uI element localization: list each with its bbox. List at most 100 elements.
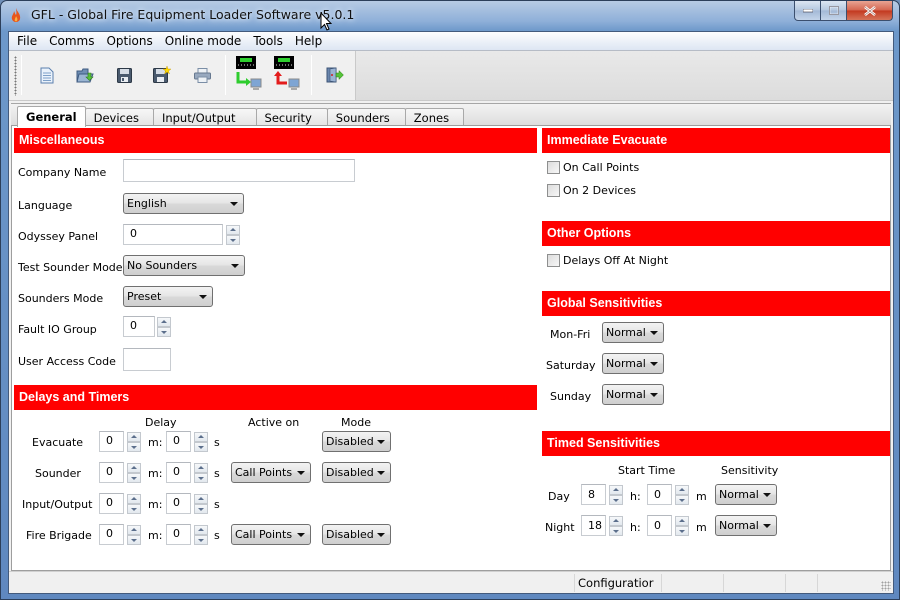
menu-online-mode[interactable]: Online mode <box>159 32 248 51</box>
print-button[interactable] <box>188 60 216 90</box>
spin-down-icon[interactable] <box>127 473 141 483</box>
spin-down-icon[interactable] <box>157 327 171 337</box>
on-call-points-checkbox[interactable] <box>547 161 560 174</box>
spin-up-icon[interactable] <box>194 525 208 535</box>
minimize-button[interactable] <box>794 1 821 21</box>
spin-up-icon[interactable] <box>226 225 240 235</box>
open-button[interactable] <box>71 60 99 90</box>
day-minutes-spinner[interactable] <box>675 485 689 505</box>
spin-down-icon[interactable] <box>226 235 240 245</box>
evacuate-minutes-input[interactable]: 0 <box>99 431 124 452</box>
fire-brigade-active-on-select[interactable]: Call Points <box>231 524 311 545</box>
maximize-button[interactable] <box>821 1 847 21</box>
sounder-active-on-select[interactable]: Call Points <box>231 462 311 483</box>
spin-up-icon[interactable] <box>127 525 141 535</box>
day-sensitivity-select[interactable]: Normal <box>715 484 777 505</box>
sounders-mode-select[interactable]: Preset <box>123 286 213 307</box>
night-hours-spinner[interactable] <box>609 516 623 536</box>
spin-up-icon[interactable] <box>609 485 623 495</box>
save-button[interactable] <box>110 60 138 90</box>
odyssey-panel-input[interactable]: 0 <box>123 224 223 245</box>
close-button[interactable] <box>847 1 893 21</box>
save-as-button[interactable] <box>148 59 176 89</box>
language-select[interactable]: English <box>123 193 244 214</box>
spin-down-icon[interactable] <box>127 535 141 545</box>
night-minutes-input[interactable]: 0 <box>647 515 672 536</box>
user-access-code-input[interactable] <box>123 348 171 371</box>
fire-brigade-seconds-input[interactable]: 0 <box>166 524 191 545</box>
menu-options[interactable]: Options <box>100 32 158 51</box>
on-call-points-label[interactable]: On Call Points <box>563 161 639 174</box>
mon-fri-sensitivity-select[interactable]: Normal <box>602 322 664 343</box>
exit-button[interactable] <box>321 60 349 90</box>
input-output-minutes-spinner[interactable] <box>127 494 141 514</box>
spin-down-icon[interactable] <box>675 495 689 505</box>
spin-down-icon[interactable] <box>194 504 208 514</box>
spin-up-icon[interactable] <box>127 463 141 473</box>
day-hours-spinner[interactable] <box>609 485 623 505</box>
odyssey-panel-spinner[interactable] <box>226 225 240 245</box>
spin-down-icon[interactable] <box>609 526 623 536</box>
fire-brigade-minutes-spinner[interactable] <box>127 525 141 545</box>
fault-io-group-input[interactable]: 0 <box>123 316 155 337</box>
company-name-input[interactable] <box>123 159 355 182</box>
toolbar <box>9 51 356 101</box>
input-output-seconds-input[interactable]: 0 <box>166 493 191 514</box>
night-minutes-spinner[interactable] <box>675 516 689 536</box>
spin-down-icon[interactable] <box>609 495 623 505</box>
delays-off-at-night-checkbox[interactable] <box>547 254 560 267</box>
menu-help[interactable]: Help <box>289 32 328 51</box>
menu-tools[interactable]: Tools <box>247 32 289 51</box>
spin-up-icon[interactable] <box>127 494 141 504</box>
sounder-seconds-input[interactable]: 0 <box>166 462 191 483</box>
input-output-minutes-input[interactable]: 0 <box>99 493 124 514</box>
saturday-sensitivity-select[interactable]: Normal <box>602 353 664 374</box>
delays-off-at-night-label[interactable]: Delays Off At Night <box>563 254 668 267</box>
day-minutes-input[interactable]: 0 <box>647 484 672 505</box>
spin-up-icon[interactable] <box>194 432 208 442</box>
new-button[interactable] <box>33 60 61 90</box>
fire-brigade-minutes-input[interactable]: 0 <box>99 524 124 545</box>
download-button[interactable] <box>234 54 262 96</box>
spin-up-icon[interactable] <box>609 516 623 526</box>
evacuate-seconds-spinner[interactable] <box>194 432 208 452</box>
on-2-devices-label[interactable]: On 2 Devices <box>563 184 636 197</box>
spin-down-icon[interactable] <box>194 442 208 452</box>
input-output-seconds-spinner[interactable] <box>194 494 208 514</box>
resize-grip[interactable] <box>881 581 891 591</box>
sounder-seconds-spinner[interactable] <box>194 463 208 483</box>
spin-down-icon[interactable] <box>127 504 141 514</box>
fire-brigade-mode-select[interactable]: Disabled <box>322 524 391 545</box>
fault-io-group-spinner[interactable] <box>157 317 171 337</box>
upload-button[interactable] <box>272 54 300 96</box>
day-hours-input[interactable]: 8 <box>581 484 606 505</box>
spin-up-icon[interactable] <box>194 463 208 473</box>
spin-up-icon[interactable] <box>675 485 689 495</box>
sounder-mode-select[interactable]: Disabled <box>322 462 391 483</box>
on-2-devices-checkbox[interactable] <box>547 184 560 197</box>
menu-file[interactable]: File <box>11 32 43 51</box>
tab-general[interactable]: General <box>17 106 86 127</box>
spin-up-icon[interactable] <box>127 432 141 442</box>
sunday-sensitivity-select[interactable]: Normal <box>602 384 664 405</box>
spin-down-icon[interactable] <box>127 442 141 452</box>
test-sounder-mode-select[interactable]: No Sounders <box>123 255 245 276</box>
spin-down-icon[interactable] <box>675 526 689 536</box>
menu-comms[interactable]: Comms <box>43 32 100 51</box>
spin-down-icon[interactable] <box>194 473 208 483</box>
title-bar[interactable]: GFL - Global Fire Equipment Loader Softw… <box>1 1 899 31</box>
spin-up-icon[interactable] <box>157 317 171 327</box>
night-hours-input[interactable]: 18 <box>581 515 606 536</box>
evacuate-mode-select[interactable]: Disabled <box>322 431 391 452</box>
night-sensitivity-select[interactable]: Normal <box>715 515 777 536</box>
sounder-delay-label: Sounder <box>35 467 81 480</box>
spin-up-icon[interactable] <box>675 516 689 526</box>
sounder-minutes-input[interactable]: 0 <box>99 462 124 483</box>
evacuate-minutes-spinner[interactable] <box>127 432 141 452</box>
toolbar-grip[interactable] <box>14 56 17 96</box>
spin-up-icon[interactable] <box>194 494 208 504</box>
fire-brigade-seconds-spinner[interactable] <box>194 525 208 545</box>
evacuate-seconds-input[interactable]: 0 <box>166 431 191 452</box>
spin-down-icon[interactable] <box>194 535 208 545</box>
sounder-minutes-spinner[interactable] <box>127 463 141 483</box>
